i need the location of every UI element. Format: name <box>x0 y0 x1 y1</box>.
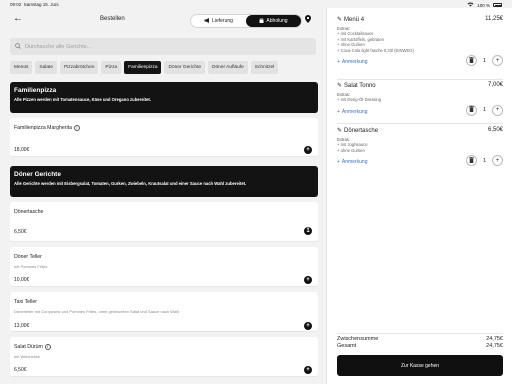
search-icon <box>15 42 21 51</box>
divider <box>337 123 503 124</box>
section-subtitle: Alle Pizzen werden mit Tomatensauce, Käs… <box>14 97 151 102</box>
search-bar[interactable] <box>10 38 316 55</box>
item-name: Döner Teller <box>14 254 42 260</box>
menu-item[interactable]: Taxi Teller Dönerteller mit Currywurst u… <box>10 292 318 332</box>
cart-item-extras: Extras: + mit Essig-Öl-Dressing <box>337 92 382 103</box>
tab-pickup[interactable]: Abholung <box>246 15 301 27</box>
section-banner-familienpizza: Familienpizza Alle Pizzen werden mit Tom… <box>10 82 318 113</box>
divider <box>337 79 503 80</box>
total-value: 24,75€ <box>486 343 503 349</box>
order-totals: Zwischensumme 24,75€ Gesamt 24,75€ <box>337 336 503 350</box>
megaphone-icon <box>204 17 210 25</box>
delete-button[interactable] <box>465 155 477 167</box>
add-note-link[interactable]: + Anmerkung <box>337 159 368 165</box>
trash-icon <box>468 106 474 114</box>
cart-item-extras: Extras: + mit Cocktailsauce + mit Kartof… <box>337 26 414 53</box>
menu-item[interactable]: Döner Teller mit Pommes Frites 10,00€ + <box>10 247 318 287</box>
tab-pizzabroetchen[interactable]: Pizzabrötchen <box>60 61 99 74</box>
total-label: Gesamt <box>337 343 357 349</box>
cart-item-price: 6,50€ <box>487 127 503 133</box>
quantity-value: 1 <box>482 57 486 64</box>
item-price: 6,50€ <box>14 367 27 373</box>
tab-familienpizza[interactable]: Familienpizza <box>124 61 162 74</box>
location-pin-icon[interactable] <box>305 15 311 25</box>
section-banner-doener: Döner Gerichte Alle Gerichte werden mit … <box>10 166 318 197</box>
top-bar: ← Bestellen Lieferung Abholung <box>0 12 326 28</box>
item-name: Salat Dürüm <box>14 344 43 350</box>
add-button[interactable]: + <box>304 276 312 284</box>
item-name: Dönertasche <box>14 209 44 215</box>
menu-panel: ← Bestellen Lieferung Abholung Durchsuch… <box>0 8 326 384</box>
pencil-icon[interactable]: ✎ <box>337 16 342 23</box>
increase-button[interactable]: + <box>492 155 503 167</box>
cart-item-price: 7,00€ <box>487 82 503 88</box>
battery-icon <box>493 3 502 7</box>
delete-button[interactable] <box>465 104 477 116</box>
menu-item[interactable]: Dönertasche 6,50€ 1 <box>10 202 318 242</box>
cart-item: ✎ Dönertasche 6,50€ Extras: + mit Joghsau… <box>337 127 503 169</box>
section-title: Familienpizza <box>14 87 57 94</box>
tab-schnitzel[interactable]: Schnitzel <box>250 61 279 74</box>
quantity-value: 1 <box>482 107 486 114</box>
checkout-button[interactable]: Zur Kasse gehen <box>337 355 503 376</box>
item-description: Dönerteller mit Currywurst und Pommes Fr… <box>14 309 180 314</box>
divider <box>337 333 503 334</box>
item-price: 18,00€ <box>14 147 30 153</box>
tab-delivery[interactable]: Lieferung <box>191 15 246 27</box>
cart-panel: ✎ Menü 4 11,25€ Extras: + mit Cocktailsau… <box>326 8 512 384</box>
item-name: Taxi Teller <box>14 299 37 305</box>
cart-item-name: Dönertasche <box>344 127 379 134</box>
subtotal-value: 24,75€ <box>486 336 503 342</box>
tab-pizza[interactable]: Pizza <box>101 61 122 74</box>
subtotal-label: Zwischensumme <box>337 336 379 342</box>
menu-item[interactable]: Familienpizza Margherita i 18,00€ + <box>10 118 318 157</box>
add-note-link[interactable]: + Anmerkung <box>337 109 368 115</box>
bag-icon <box>259 18 264 25</box>
pencil-icon[interactable]: ✎ <box>337 127 342 134</box>
delete-button[interactable] <box>465 55 477 67</box>
tab-salate[interactable]: Salate <box>35 61 58 74</box>
quantity-badge[interactable]: 1 <box>304 227 312 235</box>
cart-item: ✎ Menü 4 11,25€ Extras: + mit Cocktailsau… <box>337 16 503 69</box>
item-description: mit Pommes Frites <box>14 264 48 269</box>
category-tabs: Menüs Salate Pizzabrötchen Pizza Familie… <box>10 61 316 75</box>
battery-percent: 100 % <box>477 2 490 8</box>
increase-button[interactable]: + <box>492 55 503 67</box>
delivery-mode-toggle[interactable]: Lieferung Abholung <box>190 14 302 28</box>
quantity-value: 1 <box>482 157 486 164</box>
cart-item-name: Menü 4 <box>344 16 365 23</box>
tab-doener-gerichte[interactable]: Döner Gerichte <box>164 61 206 74</box>
cart-item-extras: Extras: + mit Joghsauce + ohne Gurken <box>337 137 368 153</box>
add-note-link[interactable]: + Anmerkung <box>337 59 368 65</box>
tab-doener-auflaeufe[interactable]: Döner Aufläufe <box>208 61 248 74</box>
increase-button[interactable]: + <box>492 104 503 116</box>
item-description: mit Weichkäse <box>14 354 40 359</box>
back-arrow-icon[interactable]: ← <box>13 14 23 24</box>
cart-item-price: 11,25€ <box>485 16 503 22</box>
cart-item: ✎ Salat Tonno 7,00€ Extras: + mit Essig-Ö… <box>337 82 503 119</box>
info-icon[interactable]: i <box>73 125 80 131</box>
section-title: Döner Gerichte <box>14 171 61 178</box>
search-input[interactable] <box>25 43 305 50</box>
section-subtitle: Alle Gerichte werden mit Eisbergsalat, T… <box>14 181 247 186</box>
trash-icon <box>468 156 474 165</box>
item-name: Familienpizza Margherita <box>14 125 72 131</box>
status-bar: 09:02 Samstag 15. Juni 100 % <box>0 0 512 8</box>
item-price: 13,00€ <box>14 323 30 329</box>
add-button[interactable]: + <box>304 322 312 330</box>
tab-menus[interactable]: Menüs <box>10 61 33 74</box>
item-price: 6,50€ <box>14 229 27 235</box>
cart-item-name: Salat Tonno <box>344 82 376 89</box>
add-button[interactable]: + <box>304 366 312 374</box>
info-icon[interactable]: i <box>44 344 51 350</box>
status-time-date: 09:02 Samstag 15. Juni <box>10 2 59 7</box>
page-title: Bestellen <box>100 16 125 22</box>
item-price: 10,00€ <box>14 277 30 283</box>
add-button[interactable]: + <box>304 146 312 154</box>
menu-item[interactable]: Salat Dürüm i mit Weichkäse 6,50€ + <box>10 337 318 377</box>
pencil-icon[interactable]: ✎ <box>337 82 342 89</box>
trash-icon <box>468 56 474 65</box>
